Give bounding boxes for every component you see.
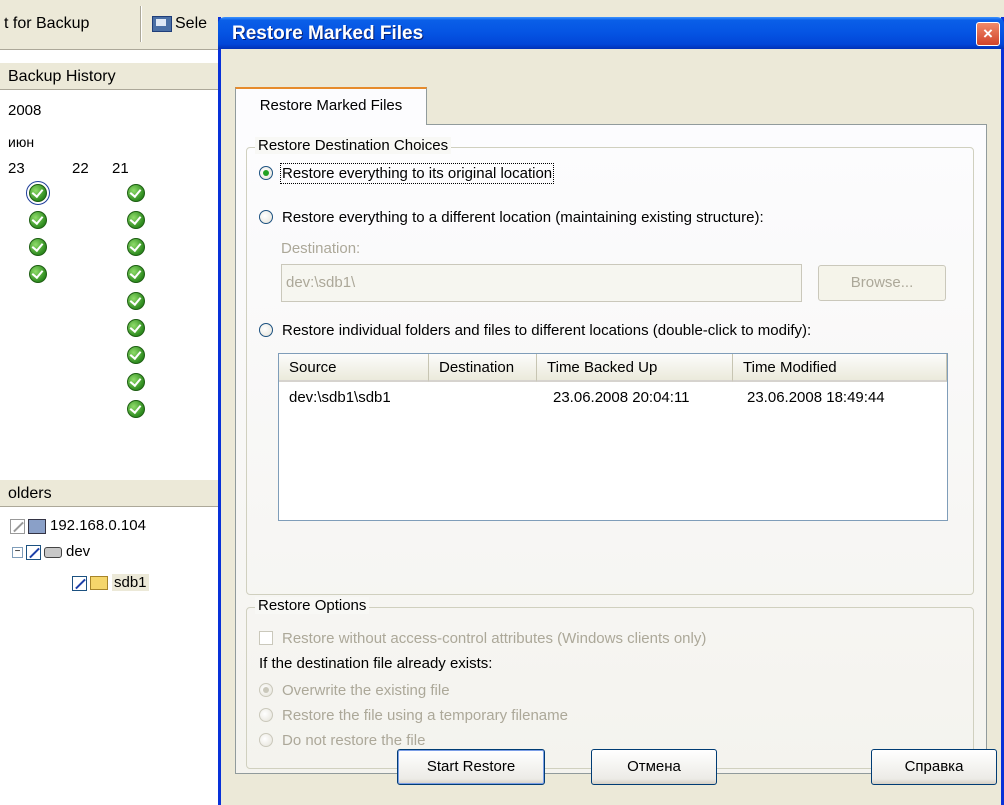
backup-history-title: Backup History (8, 68, 116, 85)
folders-pane: 192.168.0.104 − dev sdb1 (0, 509, 219, 805)
radio-original-location[interactable]: Restore everything to its original locat… (259, 163, 555, 185)
backup-check-icon[interactable] (29, 265, 47, 283)
radio-individual-locations[interactable]: Restore individual folders and files to … (259, 320, 811, 342)
backup-check-icon[interactable] (127, 373, 145, 391)
start-restore-button[interactable]: Start Restore (397, 749, 545, 785)
computer-icon (28, 518, 46, 534)
radio-temp-filename[interactable]: Restore the file using a temporary filen… (259, 705, 568, 727)
cell-time-backed-up: 23.06.2008 20:04:11 (553, 389, 690, 406)
backup-check-icon[interactable] (127, 292, 145, 310)
destination-field[interactable]: dev:\sdb1\ (281, 264, 802, 302)
tree-item-label: dev (66, 543, 91, 560)
select-for-backup-label: t for Backup (4, 15, 90, 32)
radio-different-location[interactable]: Restore everything to a different locati… (259, 207, 764, 229)
backup-check-icon[interactable] (26, 181, 50, 205)
radio-button[interactable] (259, 210, 273, 225)
dialog-titlebar[interactable]: Restore Marked Files × (218, 17, 1004, 49)
folder-icon (90, 576, 108, 591)
no-acl-checkbox[interactable]: Restore without access-control attribute… (259, 628, 706, 650)
overwrite-label: Overwrite the existing file (282, 682, 450, 699)
select-button[interactable]: Sele (152, 10, 207, 38)
radio-overwrite[interactable]: Overwrite the existing file (259, 680, 450, 702)
cell-source: dev:\sdb1\sdb1 (289, 389, 391, 406)
backup-check-icon[interactable] (127, 211, 145, 229)
backup-check-icon[interactable] (127, 319, 145, 337)
backup-history-header: Backup History (0, 62, 218, 90)
browse-button[interactable]: Browse... (818, 265, 946, 301)
tab-restore-marked-files[interactable]: Restore Marked Files (235, 87, 427, 125)
radio-button[interactable] (259, 323, 273, 338)
options-group-legend: Restore Options (255, 597, 370, 614)
radio-different-label: Restore everything to a different locati… (282, 209, 764, 226)
tree-item-dev[interactable]: − dev (12, 542, 90, 562)
radio-button[interactable] (259, 166, 273, 181)
folders-title: olders (8, 485, 52, 502)
radio-button[interactable] (259, 683, 273, 698)
destination-group-legend: Restore Destination Choices (255, 137, 452, 154)
select-icon (152, 15, 172, 32)
select-label: Sele (175, 15, 208, 32)
toolbar-separator (140, 6, 142, 42)
checkbox[interactable] (259, 631, 273, 646)
options-group: Restore Options Restore without access-c… (246, 597, 974, 769)
tree-item-sdb1[interactable]: sdb1 (72, 573, 149, 593)
close-icon[interactable]: × (976, 22, 1000, 46)
column-header-time-modified[interactable]: Time Modified (733, 354, 947, 382)
help-button[interactable]: Справка (871, 749, 997, 785)
history-month: июн (8, 134, 35, 150)
column-header-destination[interactable]: Destination (429, 354, 537, 382)
backup-check-icon[interactable] (127, 238, 145, 256)
restore-dialog: Restore Marked Files × Restore Marked Fi… (218, 17, 1004, 805)
tree-item-host[interactable]: 192.168.0.104 (10, 516, 146, 536)
drive-icon (44, 546, 62, 558)
collapse-icon[interactable]: − (12, 546, 23, 558)
select-for-backup-button[interactable]: t for Backup (4, 10, 89, 38)
history-day-22: 22 (72, 160, 89, 177)
cell-time-modified: 23.06.2008 18:49:44 (747, 389, 885, 406)
history-year: 2008 (8, 102, 42, 119)
temp-filename-label: Restore the file using a temporary filen… (282, 707, 568, 724)
backup-check-icon[interactable] (127, 265, 145, 283)
cancel-button[interactable]: Отмена (591, 749, 717, 785)
checkbox-icon[interactable] (10, 518, 25, 534)
dialog-body: Restore Marked Files Restore Destination… (221, 49, 1001, 805)
backup-check-icon[interactable] (127, 346, 145, 364)
history-day-23: 23 (8, 160, 25, 177)
exists-label: If the destination file already exists: (259, 655, 493, 672)
history-day-21: 21 (112, 160, 129, 177)
tree-item-label: sdb1 (112, 574, 149, 591)
restore-file-list[interactable]: Source Destination Time Backed Up Time M… (278, 353, 948, 521)
backup-history-pane: 2008 июн 23 22 21 (0, 92, 219, 477)
dialog-title: Restore Marked Files (232, 23, 424, 44)
backup-check-icon[interactable] (29, 211, 47, 229)
backup-check-icon[interactable] (127, 184, 145, 202)
radio-button[interactable] (259, 708, 273, 723)
radio-button[interactable] (259, 733, 273, 748)
radio-individual-label: Restore individual folders and files to … (282, 322, 812, 339)
column-header-time-backed-up[interactable]: Time Backed Up (537, 354, 733, 382)
checkbox-icon[interactable] (72, 575, 87, 591)
do-not-restore-label: Do not restore the file (282, 732, 426, 749)
destination-label: Destination: (281, 240, 361, 257)
radio-original-label: Restore everything to its original locat… (279, 163, 555, 184)
tab-panel: Restore Destination Choices Restore ever… (235, 124, 987, 774)
column-header-source[interactable]: Source (279, 354, 429, 382)
backup-check-icon[interactable] (29, 238, 47, 256)
backup-check-icon[interactable] (127, 400, 145, 418)
folders-header: olders (0, 479, 218, 507)
no-acl-label: Restore without access-control attribute… (282, 630, 707, 647)
tree-item-label: 192.168.0.104 (50, 517, 146, 534)
checkbox-icon[interactable] (26, 544, 41, 560)
